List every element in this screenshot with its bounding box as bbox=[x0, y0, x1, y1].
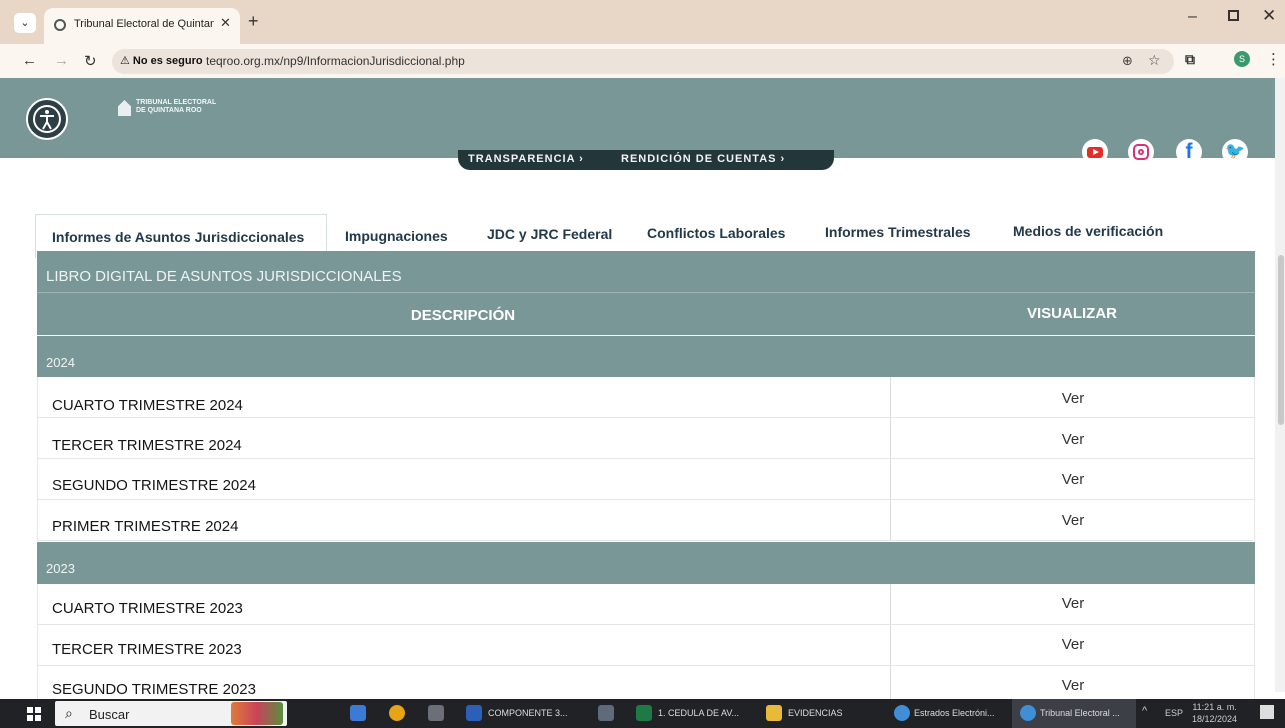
taskbar-folder-label[interactable]: EVIDENCIAS bbox=[788, 708, 843, 718]
col-header-visualizar: VISUALIZAR bbox=[1027, 305, 1117, 322]
profile-avatar[interactable]: S bbox=[1234, 51, 1250, 67]
ver-link[interactable]: Ver bbox=[890, 677, 1256, 694]
logo-line-2: DE QUINTANA ROO bbox=[136, 107, 202, 114]
table-header-row: DESCRIPCIÓN VISUALIZAR bbox=[37, 293, 1255, 335]
taskbar-excel-label[interactable]: 1. CEDULA DE AV... bbox=[658, 708, 739, 718]
top-nav-bar: TRANSPARENCIA › RENDICIÓN DE CUENTAS › bbox=[458, 150, 834, 170]
facebook-icon[interactable]: f bbox=[1176, 139, 1202, 165]
chrome-icon[interactable] bbox=[389, 705, 405, 721]
table-row: SEGUNDO TRIMESTRE 2023 Ver bbox=[37, 666, 1255, 699]
table-row: PRIMER TRIMESTRE 2024 Ver bbox=[37, 500, 1255, 541]
twitter-icon[interactable]: 🐦 bbox=[1222, 139, 1248, 165]
accessibility-button[interactable] bbox=[26, 98, 68, 140]
window-close-icon[interactable]: ✕ bbox=[1262, 6, 1276, 26]
row-description: TERCER TRIMESTRE 2024 bbox=[52, 437, 242, 454]
scrollbar-thumb[interactable] bbox=[1278, 255, 1284, 425]
maximize-icon[interactable] bbox=[1228, 10, 1239, 21]
row-description: TERCER TRIMESTRE 2023 bbox=[52, 641, 242, 658]
year-label: 2023 bbox=[46, 561, 75, 576]
tab-informes-asuntos-jurisdiccionales[interactable]: Informes de Asuntos Jurisdiccionales bbox=[52, 229, 304, 245]
youtube-icon[interactable] bbox=[1082, 139, 1108, 165]
row-description: CUARTO TRIMESTRE 2024 bbox=[52, 397, 243, 414]
clock-time: 11:21 a. m. bbox=[1192, 702, 1237, 712]
table-row: SEGUNDO TRIMESTRE 2024 Ver bbox=[37, 459, 1255, 500]
taskbar-tribunal-label[interactable]: Tribunal Electoral ... bbox=[1040, 708, 1120, 718]
ver-link[interactable]: Ver bbox=[890, 431, 1256, 448]
ver-link[interactable]: Ver bbox=[890, 471, 1256, 488]
row-description: CUARTO TRIMESTRE 2023 bbox=[52, 600, 243, 617]
tab-conflictos-laborales[interactable]: Conflictos Laborales bbox=[647, 225, 785, 241]
instagram-icon[interactable] bbox=[1128, 139, 1154, 165]
url-text[interactable]: teqroo.org.mx/np9/InformacionJurisdiccio… bbox=[206, 54, 465, 68]
year-label: 2024 bbox=[46, 355, 75, 370]
globe-icon bbox=[54, 19, 66, 31]
extensions-icon[interactable]: ⧉ bbox=[1185, 51, 1195, 68]
accessibility-icon bbox=[33, 105, 61, 133]
taskbar-word-label[interactable]: COMPONENTE 3... bbox=[488, 708, 568, 718]
taskbar-search-label: Buscar bbox=[89, 707, 130, 722]
col-header-descripcion: DESCRIPCIÓN bbox=[410, 307, 516, 324]
search-highlight-image bbox=[231, 702, 283, 725]
reload-icon[interactable]: ↻ bbox=[84, 52, 97, 70]
taskbar-estrados-label[interactable]: Estrados Electróni... bbox=[914, 708, 995, 718]
tab-search-dropdown-icon[interactable]: ⌄ bbox=[14, 13, 36, 33]
minimize-icon[interactable]: – bbox=[1188, 8, 1197, 26]
excel-icon[interactable] bbox=[636, 705, 652, 721]
table-row: TERCER TRIMESTRE 2024 Ver bbox=[37, 418, 1255, 459]
paint-icon[interactable] bbox=[428, 705, 444, 721]
browser-toolbar: ← → ↻ ⚠ No es seguro teqroo.org.mx/np9/I… bbox=[0, 44, 1285, 78]
tab-informes-trimestrales[interactable]: Informes Trimestrales bbox=[825, 224, 971, 240]
notifications-icon[interactable] bbox=[1260, 705, 1274, 719]
tab-medios-de-verificacion[interactable]: Medios de verificación bbox=[1013, 223, 1163, 239]
bookmark-star-icon[interactable]: ☆ bbox=[1148, 52, 1161, 69]
new-tab-icon[interactable]: + bbox=[248, 11, 259, 32]
logo-text: TRIBUNAL ELECTORAL DE QUINTANA ROO bbox=[136, 99, 216, 115]
browser-menu-icon[interactable]: ⋮ bbox=[1266, 50, 1281, 68]
windows-start-icon[interactable] bbox=[27, 707, 41, 721]
folder-icon[interactable] bbox=[766, 705, 782, 721]
browser-tab-active[interactable]: Tribunal Electoral de Quintana ✕ bbox=[44, 8, 240, 44]
address-bar[interactable]: ⚠ No es seguro teqroo.org.mx/np9/Informa… bbox=[112, 49, 1174, 74]
zoom-icon[interactable]: ⊕ bbox=[1122, 53, 1133, 69]
year-row-2024: 2024 bbox=[37, 336, 1255, 377]
tab-title: Tribunal Electoral de Quintana bbox=[74, 18, 214, 30]
calculator-icon[interactable] bbox=[598, 705, 614, 721]
logo-emblem-icon bbox=[118, 100, 131, 116]
table-caption-row: LIBRO DIGITAL DE ASUNTOS JURISDICCIONALE… bbox=[37, 251, 1255, 293]
search-icon: ⌕ bbox=[65, 705, 73, 721]
logo-line-1: TRIBUNAL ELECTORAL bbox=[136, 99, 217, 106]
ver-link[interactable]: Ver bbox=[890, 390, 1256, 407]
table-row: TERCER TRIMESTRE 2023 Ver bbox=[37, 625, 1255, 666]
table-caption: LIBRO DIGITAL DE ASUNTOS JURISDICCIONALE… bbox=[46, 268, 402, 285]
tab-impugnaciones[interactable]: Impugnaciones bbox=[345, 228, 448, 244]
nav-rendicion-de-cuentas[interactable]: RENDICIÓN DE CUENTAS › bbox=[621, 153, 785, 165]
chrome-window-icon[interactable] bbox=[1020, 705, 1036, 721]
row-description: PRIMER TRIMESTRE 2024 bbox=[52, 518, 239, 535]
system-clock[interactable]: 11:21 a. m. 18/12/2024 bbox=[1192, 701, 1237, 725]
table-row: CUARTO TRIMESTRE 2024 Ver bbox=[37, 377, 1255, 418]
chrome-window-icon[interactable] bbox=[894, 705, 910, 721]
ver-link[interactable]: Ver bbox=[890, 636, 1256, 653]
language-indicator[interactable]: ESP bbox=[1165, 708, 1183, 718]
taskbar-search[interactable]: ⌕ Buscar bbox=[55, 701, 287, 726]
tab-jdc-jrc-federal[interactable]: JDC y JRC Federal bbox=[487, 226, 612, 242]
clock-date: 18/12/2024 bbox=[1192, 714, 1238, 724]
security-warning-label: No es seguro bbox=[132, 55, 203, 67]
tray-expand-icon[interactable]: ^ bbox=[1142, 705, 1147, 717]
back-icon[interactable]: ← bbox=[22, 52, 37, 69]
row-description: SEGUNDO TRIMESTRE 2023 bbox=[52, 681, 256, 698]
word-icon[interactable] bbox=[466, 705, 482, 721]
ver-link[interactable]: Ver bbox=[890, 512, 1256, 529]
nav-transparencia[interactable]: TRANSPARENCIA › bbox=[468, 153, 584, 165]
tab-close-icon[interactable]: ✕ bbox=[220, 15, 231, 31]
windows-taskbar: ⌕ Buscar COMPONENTE 3... 1. CEDULA DE AV… bbox=[0, 699, 1285, 728]
security-warning[interactable]: ⚠ No es seguro bbox=[120, 54, 203, 67]
browser-tab-strip: ⌄ Tribunal Electoral de Quintana ✕ + – ✕ bbox=[0, 0, 1285, 44]
ver-link[interactable]: Ver bbox=[890, 595, 1256, 612]
forward-icon[interactable]: → bbox=[54, 52, 69, 69]
row-description: SEGUNDO TRIMESTRE 2024 bbox=[52, 477, 256, 494]
table-row: CUARTO TRIMESTRE 2023 Ver bbox=[37, 584, 1255, 625]
copilot-icon[interactable] bbox=[350, 705, 366, 721]
year-row-2023: 2023 bbox=[37, 542, 1255, 584]
